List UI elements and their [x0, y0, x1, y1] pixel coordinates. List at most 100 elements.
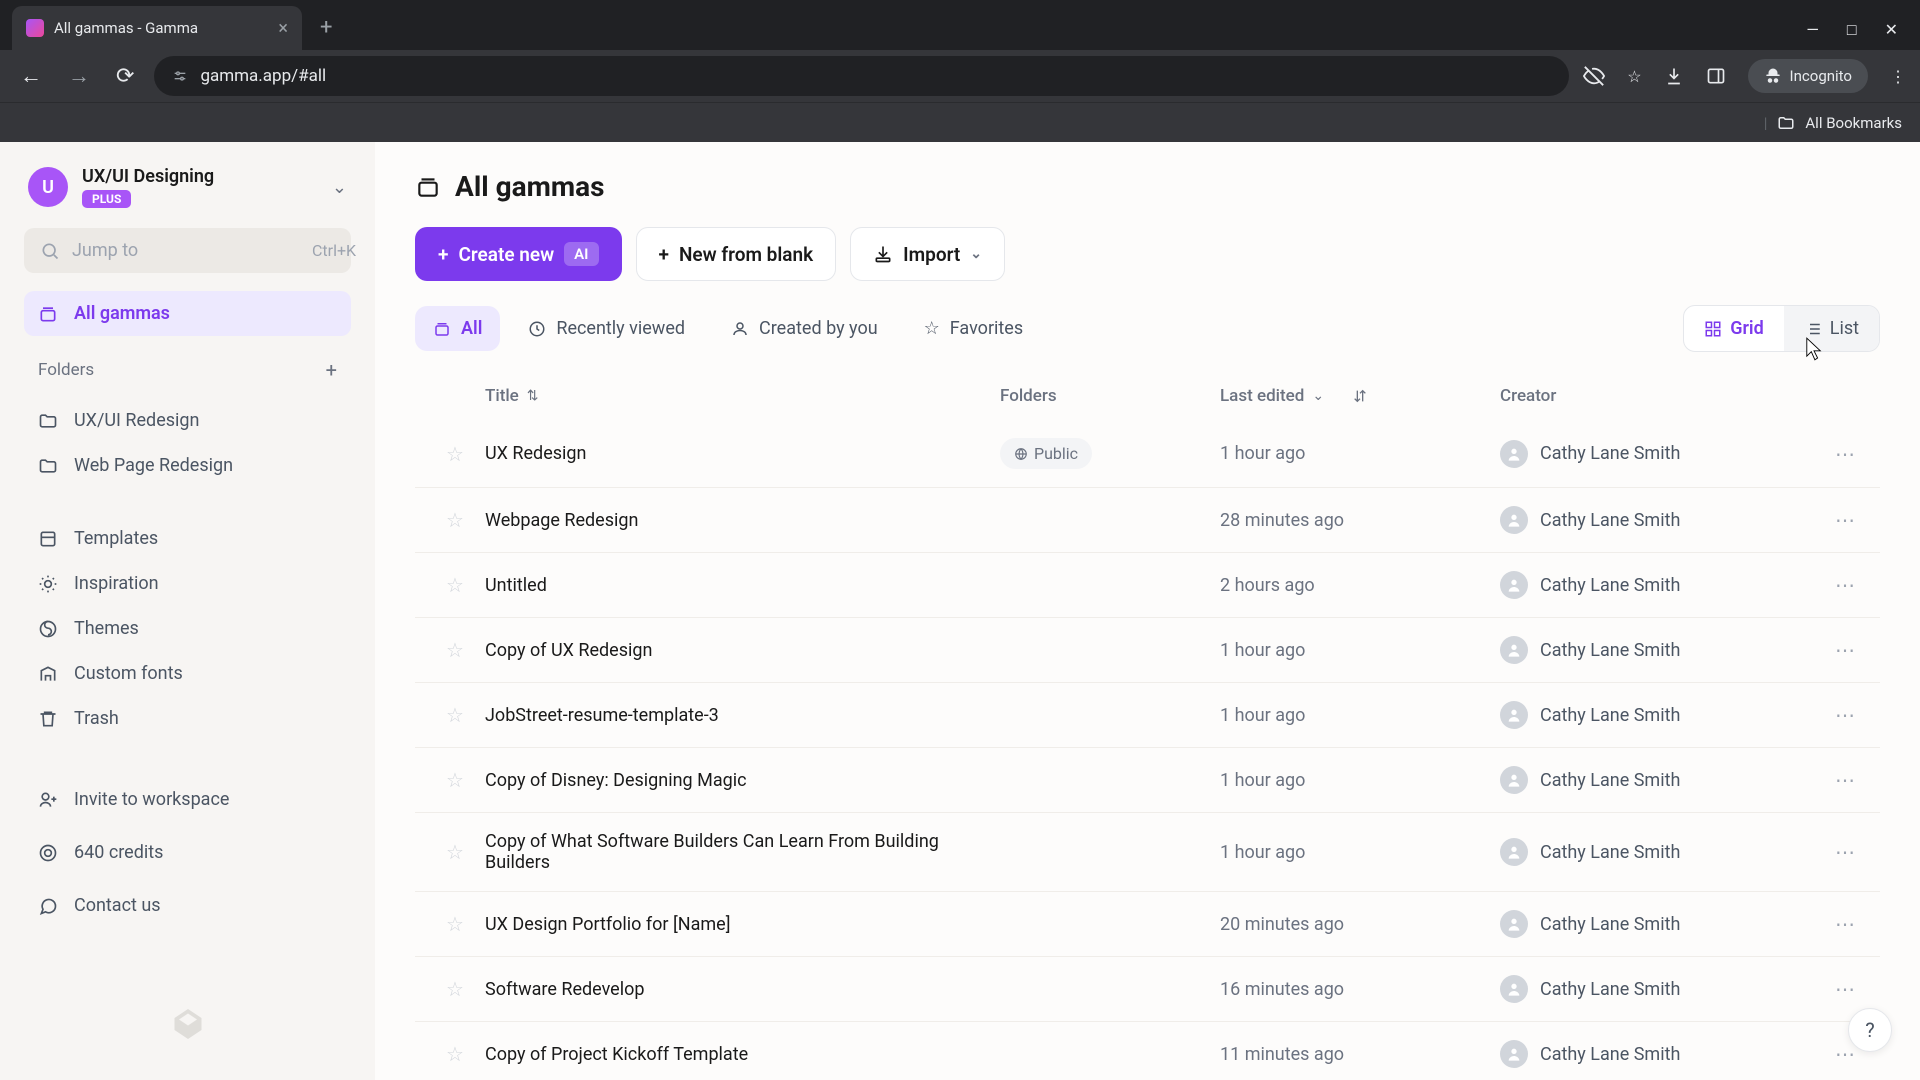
row-title: Copy of Project Kickoff Template	[485, 1044, 1000, 1065]
sidebar-folder-1[interactable]: Web Page Redesign	[24, 443, 351, 488]
row-title: JobStreet-resume-template-3	[485, 705, 1000, 726]
eye-off-icon[interactable]	[1583, 65, 1605, 87]
back-button[interactable]: ←	[14, 57, 48, 95]
site-settings-icon[interactable]	[172, 68, 188, 84]
all-bookmarks-link[interactable]: All Bookmarks	[1805, 114, 1902, 132]
sidepanel-icon[interactable]	[1706, 66, 1726, 86]
grid-icon	[1704, 320, 1722, 338]
search-input[interactable]	[72, 240, 300, 261]
favorite-star[interactable]: ☆	[425, 840, 485, 864]
table-row[interactable]: ☆ JobStreet-resume-template-3 1 hour ago…	[415, 682, 1880, 747]
address-bar[interactable]: gamma.app/#all	[154, 56, 1569, 96]
sort-direction-icon[interactable]	[1352, 388, 1368, 404]
row-more-button[interactable]: ⋯	[1820, 977, 1870, 1001]
gammas-table: Title ⇅ Folders Last edited ⌄ Creator	[415, 372, 1880, 1080]
close-tab-icon[interactable]: ×	[278, 18, 288, 39]
url-text: gamma.app/#all	[200, 66, 326, 86]
create-new-button[interactable]: + Create new AI	[415, 227, 622, 281]
row-title: UX Design Portfolio for [Name]	[485, 914, 1000, 935]
browser-tab[interactable]: All gammas - Gamma ×	[12, 6, 302, 50]
sidebar-utility-2[interactable]: Themes	[24, 606, 351, 651]
row-more-button[interactable]: ⋯	[1820, 442, 1870, 466]
browser-tab-strip: All gammas - Gamma × + ― □ ✕	[0, 0, 1920, 50]
column-creator[interactable]: Creator	[1500, 386, 1820, 406]
browser-menu-icon[interactable]: ⋮	[1890, 67, 1906, 86]
table-row[interactable]: ☆ Webpage Redesign 28 minutes ago Cathy …	[415, 487, 1880, 552]
favorite-star[interactable]: ☆	[425, 1042, 485, 1066]
workspace-switcher[interactable]: U UX/UI Designing PLUS ⌄	[24, 160, 351, 214]
view-grid-button[interactable]: Grid	[1684, 306, 1784, 351]
favorite-star[interactable]: ☆	[425, 442, 485, 466]
nav-invite[interactable]: Invite to workspace	[24, 777, 351, 822]
column-last-edited[interactable]: Last edited ⌄	[1220, 386, 1500, 406]
favorite-star[interactable]: ☆	[425, 573, 485, 597]
table-row[interactable]: ☆ UX Redesign Public 1 hour ago Cathy La…	[415, 420, 1880, 487]
row-more-button[interactable]: ⋯	[1820, 912, 1870, 936]
sidebar-utility-1[interactable]: Inspiration	[24, 561, 351, 606]
row-more-button[interactable]: ⋯	[1820, 768, 1870, 792]
sidebar-utility-4[interactable]: Trash	[24, 696, 351, 741]
row-creator: Cathy Lane Smith	[1540, 640, 1680, 661]
table-row[interactable]: ☆ Copy of Project Kickoff Template 11 mi…	[415, 1021, 1880, 1080]
favorite-star[interactable]: ☆	[425, 768, 485, 792]
table-row[interactable]: ☆ Copy of UX Redesign 1 hour ago Cathy L…	[415, 617, 1880, 682]
row-last-edited: 11 minutes ago	[1220, 1044, 1500, 1065]
avatar-icon	[1500, 975, 1528, 1003]
row-more-button[interactable]: ⋯	[1820, 638, 1870, 662]
column-folders[interactable]: Folders	[1000, 386, 1220, 406]
maximize-icon[interactable]: □	[1847, 20, 1857, 40]
sidebar-folder-0[interactable]: UX/UI Redesign	[24, 398, 351, 443]
table-row[interactable]: ☆ Copy of Disney: Designing Magic 1 hour…	[415, 747, 1880, 812]
reload-button[interactable]: ⟳	[110, 58, 140, 95]
favorite-star[interactable]: ☆	[425, 638, 485, 662]
nav-contact[interactable]: Contact us	[24, 883, 351, 928]
bookmark-star-icon[interactable]: ☆	[1627, 67, 1641, 86]
sidebar-utility-0[interactable]: Templates	[24, 516, 351, 561]
import-button[interactable]: Import ⌄	[850, 227, 1005, 281]
new-from-blank-button[interactable]: + New from blank	[636, 227, 837, 281]
utility-label: Inspiration	[74, 573, 159, 594]
table-row[interactable]: ☆ UX Design Portfolio for [Name] 20 minu…	[415, 891, 1880, 956]
ai-badge: AI	[564, 242, 598, 266]
row-more-button[interactable]: ⋯	[1820, 508, 1870, 532]
row-last-edited: 28 minutes ago	[1220, 510, 1500, 531]
row-more-button[interactable]: ⋯	[1820, 840, 1870, 864]
add-folder-button[interactable]: +	[326, 358, 337, 382]
minimize-icon[interactable]: ―	[1806, 20, 1819, 40]
filter-created-by-you[interactable]: Created by you	[713, 306, 896, 351]
download-icon[interactable]	[1664, 66, 1684, 86]
bookmarks-bar: | All Bookmarks	[0, 102, 1920, 142]
view-list-button[interactable]: List	[1784, 306, 1879, 351]
button-label: New from blank	[679, 243, 813, 266]
table-row[interactable]: ☆ Untitled 2 hours ago Cathy Lane Smith …	[415, 552, 1880, 617]
help-button[interactable]: ?	[1848, 1008, 1892, 1052]
row-more-button[interactable]: ⋯	[1820, 703, 1870, 727]
table-row[interactable]: ☆ Copy of What Software Builders Can Lea…	[415, 812, 1880, 891]
search-box[interactable]: Ctrl+K	[24, 228, 351, 273]
row-last-edited: 1 hour ago	[1220, 443, 1500, 464]
row-more-button[interactable]: ⋯	[1820, 573, 1870, 597]
row-creator: Cathy Lane Smith	[1540, 705, 1680, 726]
favorite-star[interactable]: ☆	[425, 508, 485, 532]
filter-favorites[interactable]: ☆ Favorites	[906, 306, 1042, 351]
incognito-indicator[interactable]: Incognito	[1748, 59, 1868, 93]
favorite-star[interactable]: ☆	[425, 703, 485, 727]
user-plus-icon	[38, 790, 60, 810]
row-creator: Cathy Lane Smith	[1540, 575, 1680, 596]
import-icon	[873, 244, 893, 264]
favorite-star[interactable]: ☆	[425, 912, 485, 936]
sidebar-utility-3[interactable]: Custom fonts	[24, 651, 351, 696]
row-last-edited: 2 hours ago	[1220, 575, 1500, 596]
table-row[interactable]: ☆ Software Redevelop 16 minutes ago Cath…	[415, 956, 1880, 1021]
filter-recently-viewed[interactable]: Recently viewed	[510, 306, 703, 351]
favorite-star[interactable]: ☆	[425, 977, 485, 1001]
folder-label: Web Page Redesign	[74, 455, 233, 476]
nav-credits[interactable]: 640 credits	[24, 830, 351, 875]
nav-all-gammas[interactable]: All gammas	[24, 291, 351, 336]
close-window-icon[interactable]: ✕	[1885, 20, 1898, 40]
utility-icon	[38, 529, 60, 549]
column-title[interactable]: Title ⇅	[485, 386, 1000, 406]
forward-button[interactable]: →	[62, 57, 96, 95]
filter-all[interactable]: All	[415, 306, 500, 351]
new-tab-button[interactable]: +	[320, 15, 332, 40]
